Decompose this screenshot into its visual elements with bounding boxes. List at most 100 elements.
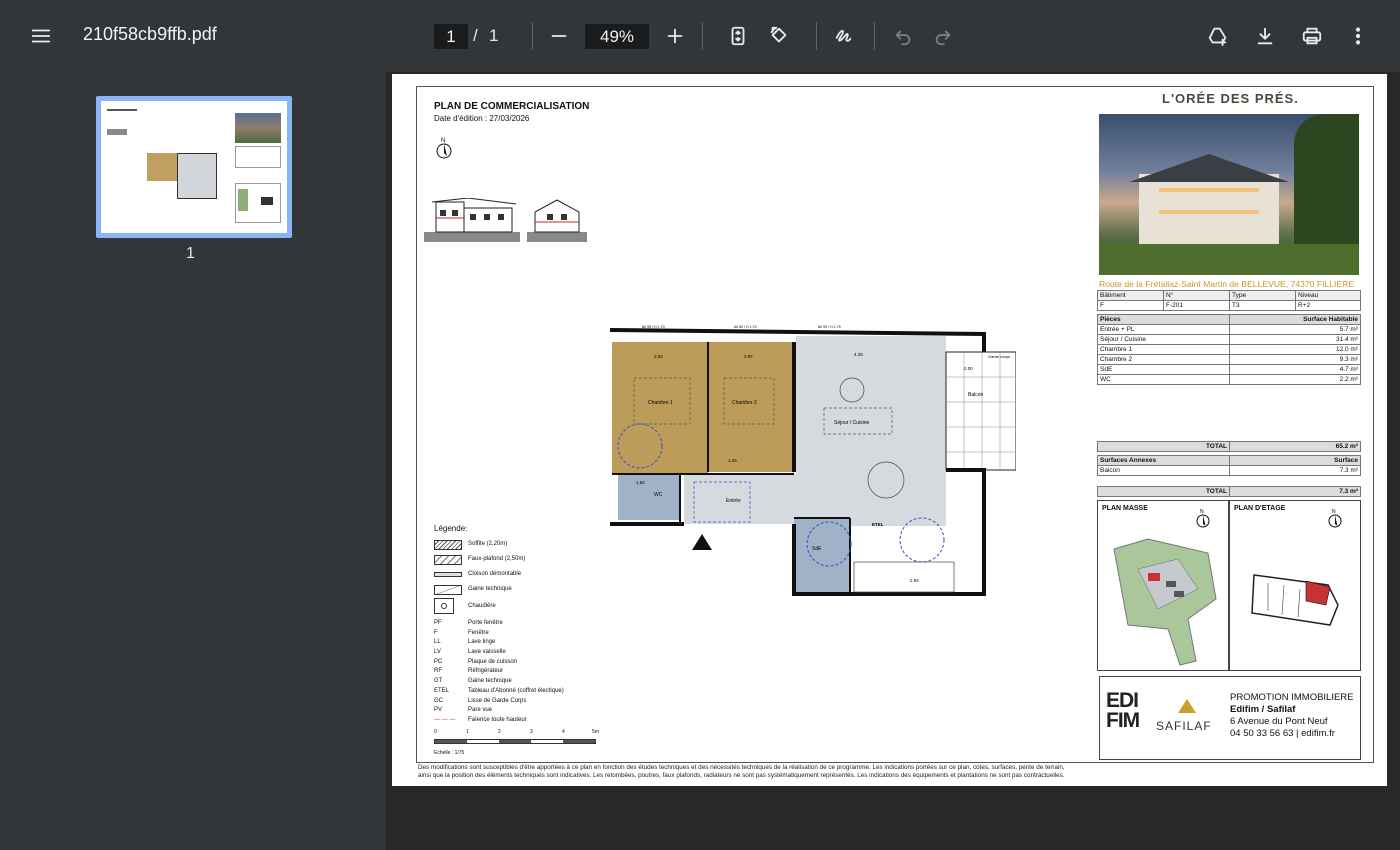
- building-photo: [1099, 114, 1359, 275]
- svg-text:All 60 / H 1.70: All 60 / H 1.70: [734, 325, 757, 329]
- pdf-page: PLAN DE COMMERCIALISATION Date d'édition…: [392, 74, 1387, 786]
- north-arrow-icon: N: [436, 138, 452, 159]
- side-elevation-image: [527, 199, 587, 242]
- svg-text:All 90 / H 1.75: All 90 / H 1.75: [818, 325, 841, 329]
- download-icon: [1257, 27, 1273, 45]
- svg-text:1.92: 1.92: [636, 480, 645, 485]
- table-row: Chambre 1 12.0 m²: [1097, 344, 1361, 355]
- fit-page-icon: [731, 26, 745, 46]
- rooms-total: TOTAL 65.2 m²: [1097, 441, 1361, 452]
- legend-item: Chaudière: [434, 597, 564, 615]
- plan-masse-panel: PLAN MASSE N: [1097, 500, 1229, 671]
- divider: [532, 22, 533, 50]
- facade-elevation-image: [424, 198, 520, 242]
- promoter-info: PROMOTION IMMOBILIERE Edifim / Safilaf 6…: [1230, 692, 1354, 739]
- plus-icon: [667, 28, 683, 44]
- edition-date: Date d'édition : 27/03/2026: [434, 114, 530, 123]
- legend-item: Soffite (2,20m): [434, 537, 564, 552]
- address: Route de la Frétallaz-Saint Martin de BE…: [1099, 279, 1355, 289]
- divider: [816, 22, 817, 50]
- document-viewer[interactable]: PLAN DE COMMERCIALISATION Date d'édition…: [388, 72, 1400, 850]
- legend-item: Faux-plafond (2,50m): [434, 552, 564, 567]
- promoter-block: EDI FIM SAFILAF PROMOTION IMMOBILIERE Edi…: [1099, 676, 1361, 760]
- brand-logo: L'ORÉE DES PRÉS.: [1162, 91, 1299, 106]
- rotate-icon: [770, 26, 787, 43]
- svg-text:N: N: [441, 138, 445, 144]
- annex-table: Surfaces Annexes Surface Balcon 7.3 m²: [1097, 455, 1361, 476]
- print-icon: [1302, 27, 1322, 45]
- page-number-input[interactable]: 1: [434, 24, 468, 49]
- svg-text:1.26: 1.26: [728, 458, 737, 463]
- zoom-in-button[interactable]: [657, 18, 693, 54]
- plan-etage-panel: PLAN D'ETAGE N: [1229, 500, 1361, 671]
- north-arrow-icon: N: [1328, 509, 1342, 528]
- lot-table: Bâtiment N° Type Niveau F F-201 T3 R+2: [1097, 290, 1361, 311]
- edifim-logo: EDI FIM: [1106, 689, 1140, 732]
- north-arrow-icon: N: [1196, 509, 1210, 528]
- redo-icon: [935, 30, 951, 46]
- svg-text:All 95 / H 1.70: All 95 / H 1.70: [642, 325, 665, 329]
- svg-text:SdE: SdE: [812, 546, 822, 552]
- svg-text:WC: WC: [654, 492, 663, 498]
- svg-text:Séjour / Cuisine: Séjour / Cuisine: [834, 420, 870, 426]
- legend-title: Légende:: [434, 524, 468, 533]
- svg-text:N: N: [1200, 509, 1204, 515]
- zoom-level-input[interactable]: 49%: [585, 24, 649, 49]
- annex-total: TOTAL 7.3 m²: [1097, 486, 1361, 497]
- safilaf-logo: SAFILAF: [1156, 719, 1212, 733]
- pdf-toolbar: 210f58cb9ffb.pdf 1 / 1 49%: [0, 0, 1400, 72]
- scale-bar: 0 1 2 3 4 5m Echelle : 1/75: [434, 729, 599, 756]
- file-name: 210f58cb9ffb.pdf: [83, 24, 217, 44]
- site-plan-image: [1113, 538, 1217, 666]
- minus-icon: [551, 35, 567, 37]
- draw-icon: [835, 29, 852, 42]
- svg-text:2.94: 2.94: [910, 578, 919, 583]
- svg-text:2.00: 2.00: [964, 366, 973, 371]
- annotate-button[interactable]: [826, 18, 862, 54]
- floor-plan: Chambre 1 Chambre 2 Séjour / Cuisine Bal…: [609, 325, 1016, 596]
- divider: [702, 22, 703, 50]
- rooms-table: Pièces Surface Habitable Entrée + PL 5.7 m…: [1097, 314, 1361, 385]
- legend-item: Gaine technique: [434, 582, 564, 597]
- svg-text:Entrée: Entrée: [726, 498, 741, 504]
- rotate-button[interactable]: [761, 18, 797, 54]
- table-row: Balcon 7.3 m²: [1097, 465, 1361, 476]
- zoom-out-button[interactable]: [541, 18, 577, 54]
- svg-text:4.26: 4.26: [854, 352, 863, 357]
- svg-text:2.97: 2.97: [744, 354, 753, 359]
- page-separator: /: [473, 26, 478, 45]
- table-row: SdE 4.7 m²: [1097, 364, 1361, 375]
- table-row: WC 2.2 m²: [1097, 374, 1361, 385]
- download-button[interactable]: [1247, 18, 1283, 54]
- svg-text:Garde corps: Garde corps: [988, 354, 1010, 359]
- divider: [874, 22, 875, 50]
- abbreviation-list: PF Porte fenêtre F Fenêtre LL Lave linge LV…: [434, 620, 564, 723]
- legend-item: Cloison démontable: [434, 567, 564, 582]
- svg-text:ETEL: ETEL: [872, 522, 884, 527]
- add-to-drive-button[interactable]: [1200, 18, 1236, 54]
- svg-text:3.92: 3.92: [654, 354, 663, 359]
- svg-text:Chambre 2: Chambre 2: [732, 400, 757, 406]
- thumbnail-page-label: 1: [186, 245, 195, 262]
- menu-icon[interactable]: [23, 18, 59, 54]
- page-thumbnail-1[interactable]: [96, 96, 292, 238]
- safilaf-logo-mark: [1178, 699, 1196, 713]
- print-button[interactable]: [1294, 18, 1330, 54]
- thumbnail-preview: [101, 101, 287, 233]
- plan-title: PLAN DE COMMERCIALISATION: [434, 101, 590, 112]
- table-row: Entrée + PL 5.7 m²: [1097, 324, 1361, 335]
- svg-text:Balcon: Balcon: [968, 392, 984, 398]
- more-vert-icon: [1355, 27, 1361, 45]
- svg-text:Chambre 1: Chambre 1: [648, 400, 673, 406]
- table-row: Séjour / Cuisine 31.4 m²: [1097, 334, 1361, 345]
- floor-location-image: [1251, 574, 1339, 626]
- undo-icon: [895, 30, 911, 46]
- more-options-button[interactable]: [1340, 18, 1376, 54]
- legend: Légende: Soffite (2,20m) Faux-plafond (2…: [434, 524, 564, 726]
- total-pages: 1: [489, 26, 499, 45]
- fit-page-button[interactable]: [720, 18, 756, 54]
- undo-button[interactable]: [885, 18, 921, 54]
- redo-button[interactable]: [925, 18, 961, 54]
- disclaimer: Des modifications sont susceptibles d'êt…: [418, 764, 1065, 779]
- svg-text:N: N: [1332, 509, 1336, 515]
